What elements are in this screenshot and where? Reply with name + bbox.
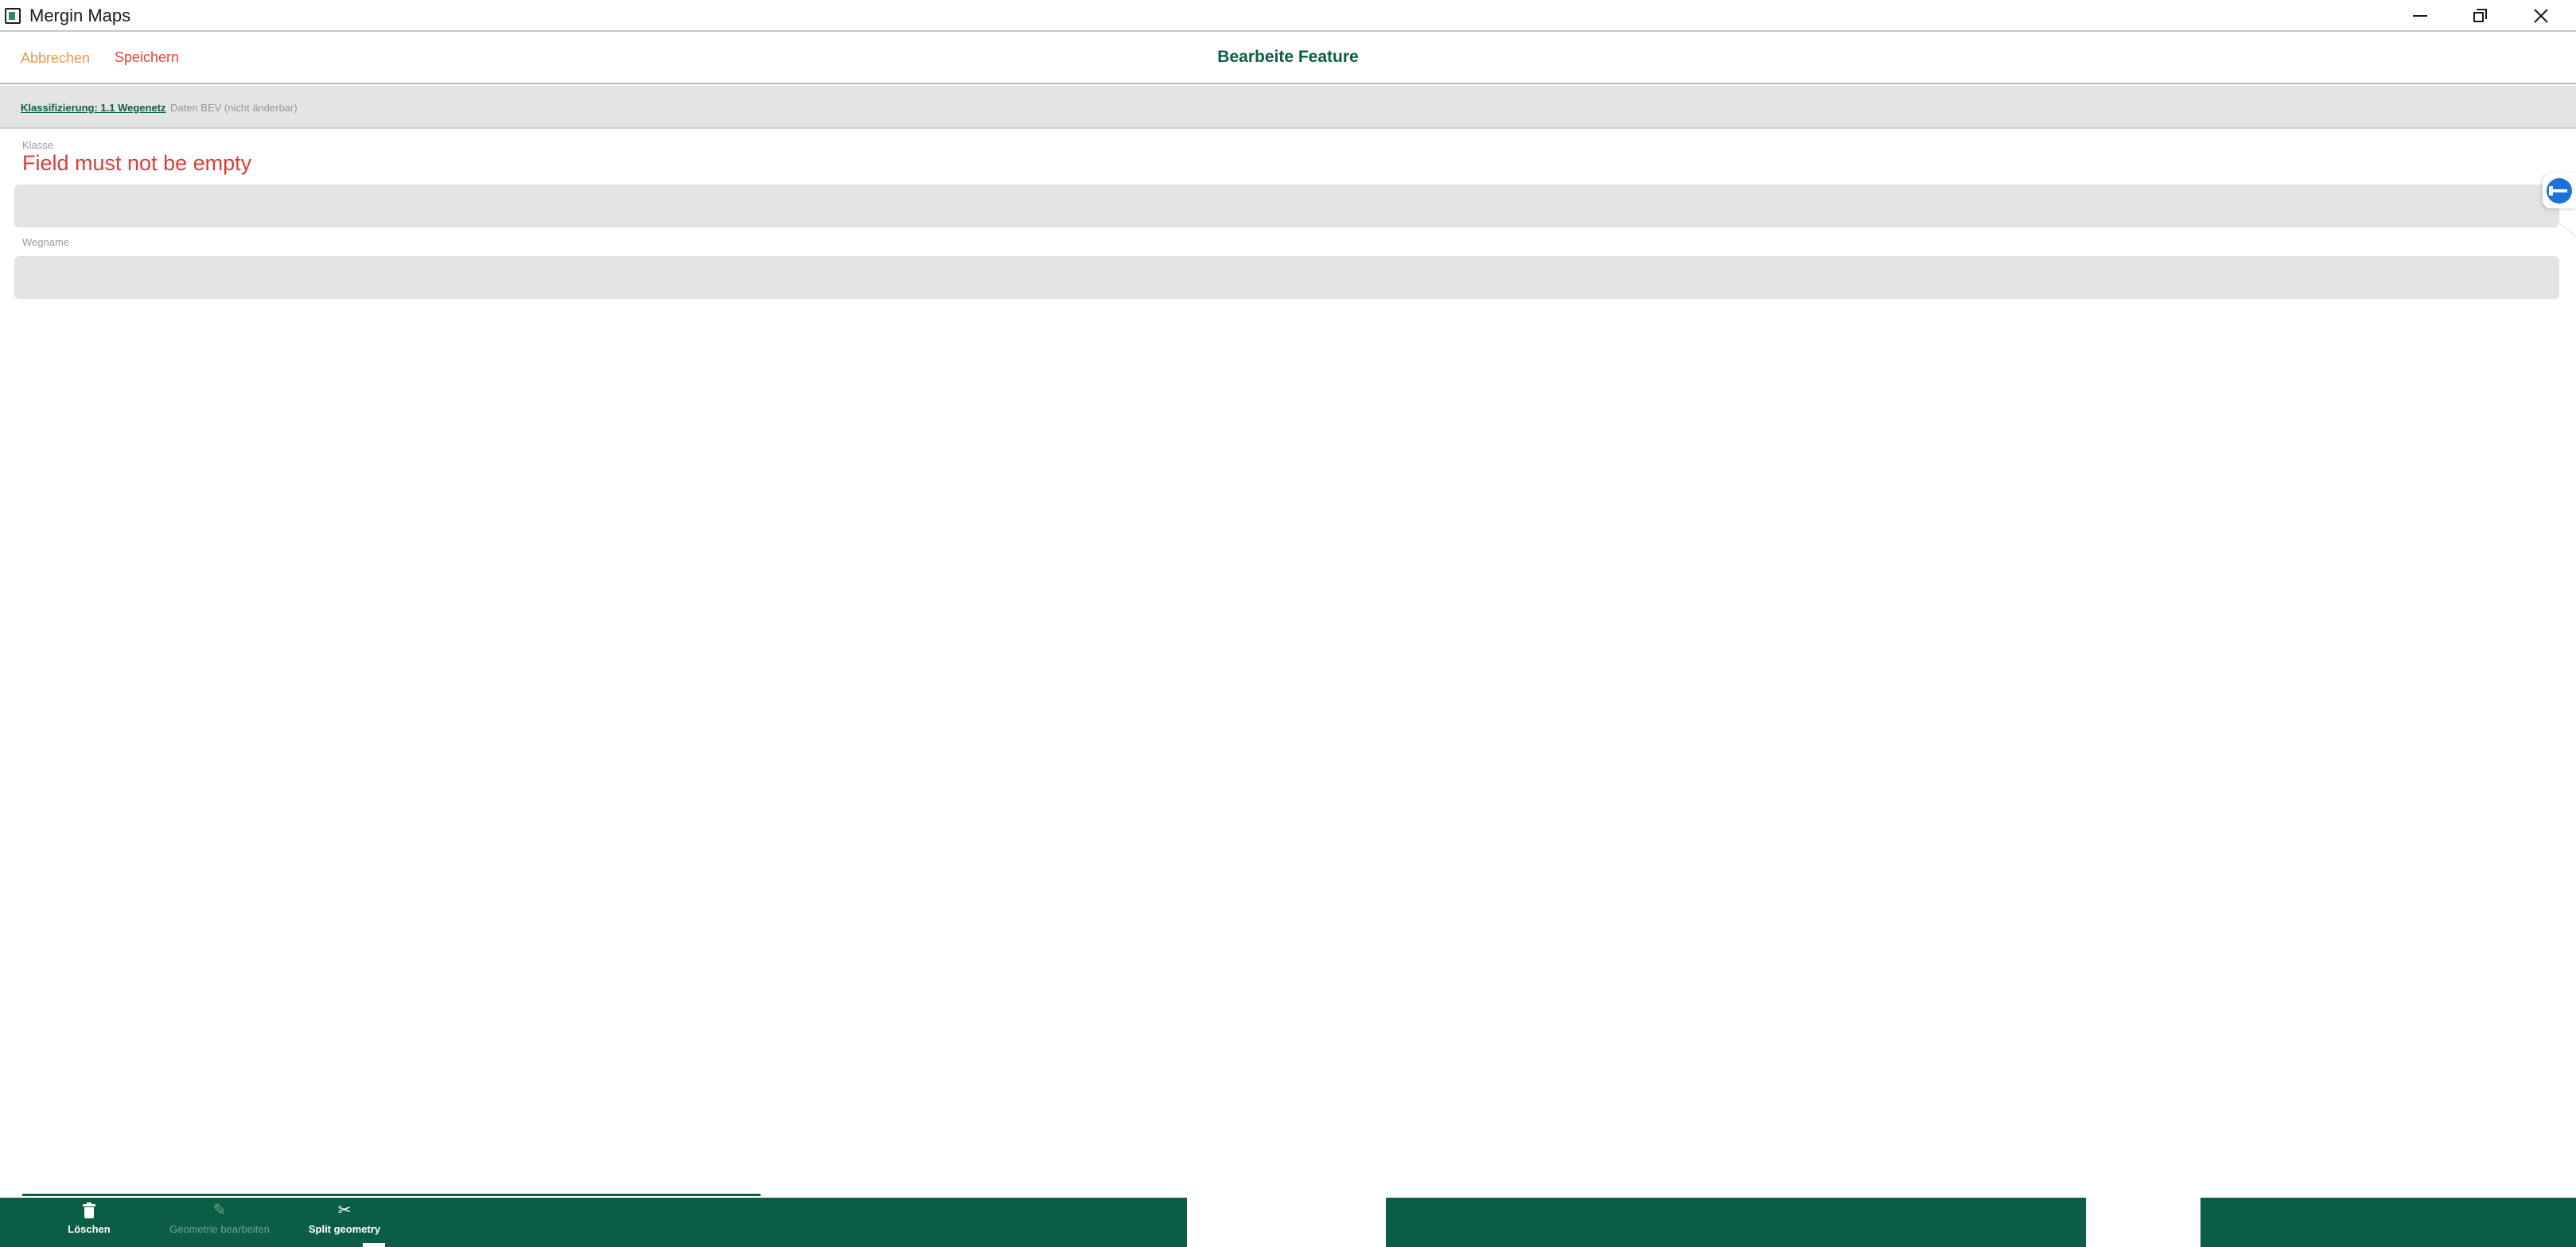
remote-control-icon [2547,178,2576,204]
restore-icon [2473,9,2488,23]
pencil-icon: ✎ [212,1202,227,1219]
minimize-icon [2413,15,2427,17]
klasse-error-message: Field must not be empty [22,151,252,175]
cancel-button[interactable]: Abbrechen [21,50,90,67]
delete-button[interactable]: Löschen [56,1201,123,1245]
bottom-toolbar-gap [2086,1198,2200,1247]
close-button[interactable] [2511,0,2571,32]
form-header: Abbrechen Speichern Bearbeite Feature [0,32,2576,84]
scissors-icon: ✂ [337,1202,352,1219]
tab-klassifizierung[interactable]: Klassifizierung: 1.1 Wegenetz [21,102,166,114]
wegname-label: Wegname [22,236,70,248]
close-icon [2534,9,2548,23]
klasse-input[interactable] [14,185,2559,227]
delete-label: Löschen [68,1223,111,1235]
active-tool-indicator [363,1243,385,1247]
edit-geometry-label: Geometrie bearbeiten [169,1223,270,1235]
app-logo-icon [5,8,21,24]
page-title: Bearbeite Feature [1217,48,1359,66]
wegname-input[interactable] [14,256,2559,299]
restore-button[interactable] [2450,0,2511,32]
save-button[interactable]: Speichern [115,49,179,66]
split-geometry-label: Split geometry [308,1223,381,1235]
side-handle[interactable] [2543,173,2576,208]
klasse-label: Klasse [22,139,54,151]
tab-daten-bev[interactable]: Daten BEV (nicht änderbar) [170,102,298,114]
window-titlebar: Mergin Maps [0,0,2576,32]
toolbar-top-line [22,1194,761,1196]
split-geometry-button[interactable]: ✂ Split geometry [301,1201,388,1245]
tab-bar: Klassifizierung: 1.1 Wegenetz Daten BEV … [0,86,2576,129]
edit-geometry-button[interactable]: ✎ Geometrie bearbeiten [158,1201,282,1245]
window-title: Mergin Maps [29,6,131,25]
bottom-toolbar-segment [2200,1198,2576,1247]
trash-icon [80,1201,98,1220]
bottom-toolbar-segment [1386,1198,2086,1247]
minimize-button[interactable] [2390,0,2450,32]
